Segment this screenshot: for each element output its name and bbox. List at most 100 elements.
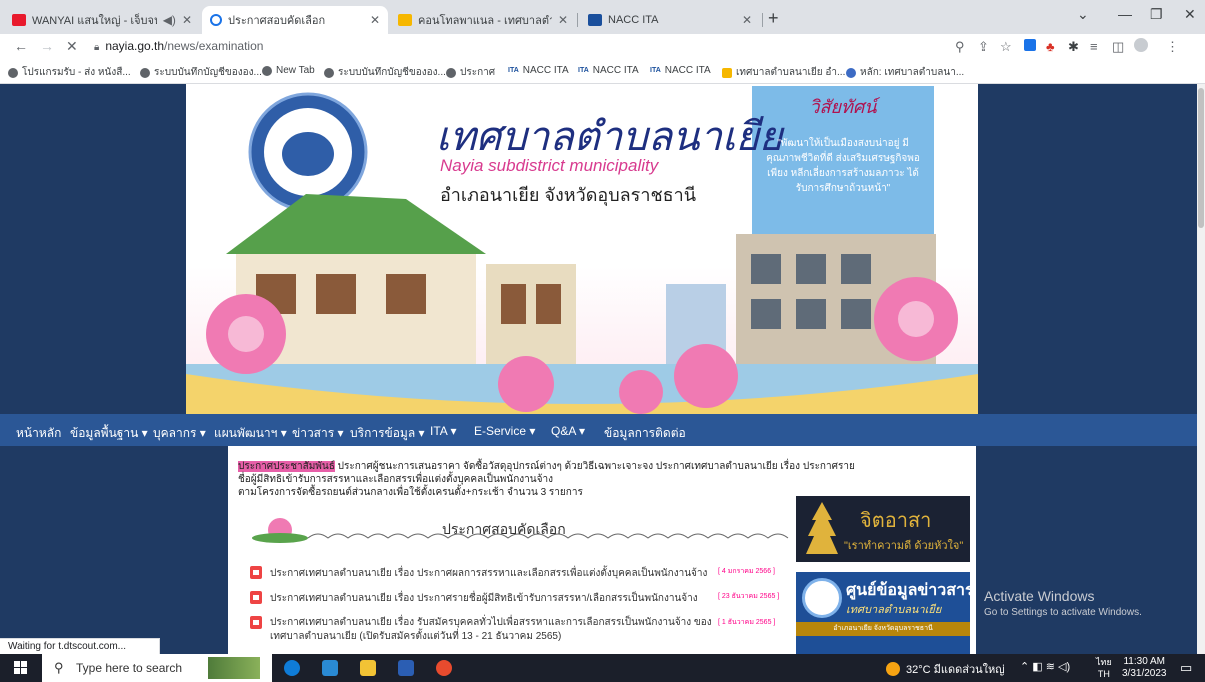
forward-icon[interactable]: → — [40, 38, 54, 54]
share-icon[interactable]: ⇪ — [978, 39, 989, 55]
volunteer-title: จิตอาสา — [860, 510, 932, 532]
bookmark-item[interactable]: โปรแกรมรับ - ส่ง หนังสื... — [8, 65, 131, 80]
tab-search-icon[interactable]: ⌄ — [1077, 6, 1089, 23]
nav-basic-info[interactable]: ข้อมูลพื้นฐาน ▾ — [70, 424, 148, 443]
new-tab-button[interactable]: + — [768, 8, 779, 29]
nav-e-service[interactable]: E-Service ▾ — [474, 424, 535, 438]
address-bar[interactable]: 🔒︎ nayia.go.th/news/examination — [94, 39, 263, 53]
clock-time: 11:30 AM — [1123, 656, 1165, 667]
weather-widget-icon[interactable] — [208, 657, 260, 679]
edge-icon[interactable] — [284, 660, 300, 676]
speaker-icon[interactable]: ◀) — [163, 13, 176, 27]
seal-icon — [802, 578, 842, 618]
bookmark-item[interactable]: New Tab — [262, 65, 315, 76]
document-date: [ 4 มกราคม 2566 ] — [718, 568, 775, 575]
main-content: ประกาศประชาสัมพันธ์ ประกาศผู้ชนะการเสนอร… — [228, 446, 976, 654]
bookmark-item[interactable]: ประกาศ — [446, 65, 495, 80]
search-placeholder: Type here to search — [76, 661, 183, 675]
close-window-button[interactable]: ✕ — [1184, 6, 1196, 23]
globe-icon — [140, 67, 150, 78]
clock[interactable]: 11:30 AM 3/31/2023 — [1122, 656, 1167, 680]
close-tab-icon[interactable]: ✕ — [742, 13, 752, 27]
nav-info-service[interactable]: บริการข้อมูล ▾ — [350, 424, 425, 443]
page-scrollbar[interactable] — [1197, 84, 1205, 654]
taskbar: ⚲ Type here to search 32°C มีแดดส่วนใหญ่… — [0, 654, 1205, 682]
input-language[interactable]: ไทย TH — [1096, 656, 1112, 680]
activation-title: Activate Windows — [984, 588, 1095, 604]
bookmark-item[interactable]: ระบบบันทึกบัญชีขององ... — [324, 65, 446, 80]
side-panel-icon[interactable]: ◫ — [1112, 39, 1124, 55]
extension-icon[interactable] — [1024, 39, 1036, 51]
ita-icon: ITA — [578, 67, 589, 74]
globe-icon — [446, 67, 456, 78]
ita-icon: ITA — [650, 67, 661, 74]
info-center-banner[interactable]: ศูนย์ข้อมูลข่าวสาร เทศบาลตำบลนาเยีย อำเภ… — [796, 572, 974, 654]
info-center-foot: อำเภอนาเยีย จังหวัดอุบลราชธานี — [796, 622, 970, 636]
ita-icon: ITA — [508, 67, 519, 74]
reading-list-icon[interactable]: ≡ — [1090, 39, 1098, 54]
bookmark-label: เทศบาลตำบลนาเยีย อำ... — [736, 67, 846, 78]
chrome-icon[interactable] — [436, 660, 452, 676]
bookmark-item[interactable]: ITA NACC ITA — [578, 65, 639, 76]
nav-ita[interactable]: ITA ▾ — [430, 424, 456, 438]
municipality-title-en: Nayia subdistrict municipality — [440, 156, 659, 175]
zoom-icon[interactable]: ⚲ — [955, 39, 965, 55]
volunteer-banner[interactable]: จิตอาสา "เราทำความดี ด้วยหัวใจ" — [796, 496, 970, 562]
word-icon[interactable] — [398, 660, 414, 676]
notification-icon[interactable]: ▭ — [1180, 660, 1192, 676]
bookmark-label: NACC ITA — [592, 65, 639, 76]
bookmark-item[interactable]: ITA NACC ITA — [650, 65, 711, 76]
close-tab-icon[interactable]: ✕ — [558, 13, 568, 27]
tab-title: NACC ITA — [608, 14, 659, 26]
file-explorer-icon[interactable] — [360, 660, 376, 676]
mail-icon[interactable] — [322, 660, 338, 676]
lang-top: ไทย — [1096, 657, 1112, 667]
nav-home[interactable]: หน้าหลัก — [16, 424, 61, 443]
site-icon — [846, 67, 856, 78]
nav-development-plan[interactable]: แผนพัฒนาฯ ▾ — [214, 424, 287, 443]
bookmark-item[interactable]: ระบบบันทึกบัญชีขององ... — [140, 65, 262, 80]
nav-news[interactable]: ข่าวสาร ▾ — [292, 424, 344, 443]
youtube-icon — [12, 14, 26, 26]
stop-icon[interactable]: ✕ — [66, 38, 78, 55]
close-tab-icon[interactable]: ✕ — [370, 13, 380, 27]
bookmark-label: หลัก: เทศบาลตำบลนา... — [860, 67, 965, 78]
nav-qa[interactable]: Q&A ▾ — [551, 424, 585, 438]
ticker-text-line2: ตามโครงการจัดซื้อรถยนต์ส่วนกลางเพื่อใช้ต… — [238, 487, 583, 498]
url-host: nayia.go.th — [105, 39, 165, 53]
info-center-sub: เทศบาลตำบลนาเยีย — [846, 604, 942, 616]
windows-start-icon[interactable] — [14, 661, 28, 675]
back-icon[interactable]: ← — [14, 38, 28, 54]
bookmark-item[interactable]: หลัก: เทศบาลตำบลนา... — [846, 65, 964, 80]
main-nav: หน้าหลัก ข้อมูลพื้นฐาน ▾ บุคลากร ▾ แผนพั… — [0, 414, 1197, 446]
maximize-button[interactable]: ❐ — [1150, 6, 1163, 23]
bookmark-item[interactable]: ITA NACC ITA — [508, 65, 569, 76]
minimize-button[interactable]: — — [1118, 6, 1132, 22]
tab-examination[interactable]: ประกาศสอบคัดเลือก ✕ — [202, 6, 388, 34]
extensions-puzzle-icon[interactable]: ✱ — [1068, 39, 1079, 55]
document-link[interactable]: ประกาศเทศบาลตำบลนาเยีย เรื่อง รับสมัครบุ… — [250, 616, 775, 644]
bookmark-star-icon[interactable]: ☆ — [1000, 39, 1012, 55]
vision-title: วิสัยทัศน์ — [809, 97, 877, 117]
document-link[interactable]: ประกาศเทศบาลตำบลนาเยีย เรื่อง ประกาศรายช… — [250, 591, 779, 606]
tab-title: WANYAI แสนใหญ่ - เจ็บจนพอ | — [32, 15, 157, 27]
close-tab-icon[interactable]: ✕ — [182, 13, 192, 27]
scrollbar-thumb[interactable] — [1198, 88, 1204, 228]
news-ticker[interactable]: ประกาศประชาสัมพันธ์ ประกาศผู้ชนะการเสนอร… — [238, 460, 858, 499]
tab-nacc-ita[interactable]: NACC ITA ✕ — [580, 6, 760, 34]
pdf-icon — [250, 566, 262, 579]
weather-tray[interactable]: 32°C มีแดดส่วนใหญ่ — [886, 660, 1005, 678]
tab-wanyai[interactable]: WANYAI แสนใหญ่ - เจ็บจนพอ | ◀) ✕ — [4, 6, 200, 34]
tab-control-panel[interactable]: คอนโทลพาแนล - เทศบาลตำบลนาเยีย ✕ — [390, 6, 576, 34]
extension-icon[interactable]: ♣ — [1046, 39, 1055, 54]
document-link[interactable]: ประกาศเทศบาลตำบลนาเยีย เรื่อง ประกาศผลกา… — [250, 566, 775, 581]
profile-avatar[interactable] — [1134, 38, 1148, 52]
menu-icon[interactable]: ⋮ — [1166, 39, 1179, 55]
nav-contact[interactable]: ข้อมูลการติดต่อ — [604, 424, 686, 443]
nav-personnel[interactable]: บุคลากร ▾ — [153, 424, 206, 443]
tray-icons[interactable]: ⌃ ◧ ≋ ◁) — [1020, 660, 1070, 673]
globe-icon — [262, 65, 272, 76]
royal-emblem-icon — [806, 502, 838, 554]
tab-title: ประกาศสอบคัดเลือก — [228, 15, 326, 27]
bookmark-item[interactable]: เทศบาลตำบลนาเยีย อำ... — [722, 65, 845, 80]
